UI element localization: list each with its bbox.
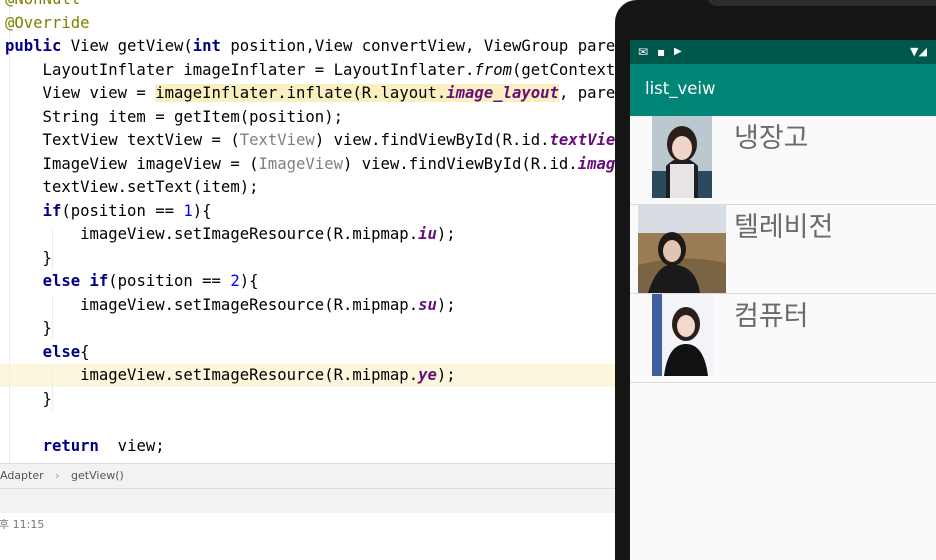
code-token: @NonNull	[5, 0, 80, 8]
code-token: imageView.setImageResource(R.mipmap.	[5, 366, 419, 384]
list-item[interactable]: 컴퓨터	[630, 294, 936, 383]
breadcrumb-separator-icon: ›	[55, 469, 60, 482]
code-token: ) view.findViewById(R.id.	[342, 154, 578, 173]
code-token: textView.setText(item);	[5, 178, 259, 196]
code-token: (position ==	[108, 272, 231, 290]
code-token: else	[42, 342, 81, 361]
code-line[interactable]: TextView textView = (TextView) view.find…	[5, 129, 618, 152]
code-token: ImageView	[258, 154, 343, 173]
breadcrumb-class[interactable]: Adapter	[0, 464, 44, 488]
portrait-su	[638, 205, 726, 293]
code-token: if	[42, 201, 62, 220]
code-token: imageView	[577, 154, 618, 173]
code-token: {	[80, 342, 90, 361]
code-line[interactable]: imageView.setImageResource(R.mipmap.iu);	[5, 223, 456, 246]
item-label: 냉장고	[734, 123, 809, 154]
code-line[interactable]: }	[5, 388, 52, 411]
code-editor[interactable]: @NonNull @Override public View getView(int…	[0, 0, 618, 463]
code-token: ImageView imageView = (	[5, 154, 259, 173]
portrait-ye	[652, 294, 714, 376]
code-token: iu	[418, 225, 437, 243]
code-token: public	[5, 37, 62, 55]
code-token: @Override	[5, 13, 90, 32]
code-token: view;	[98, 436, 165, 455]
code-token: 2	[230, 272, 240, 290]
code-line[interactable]: else{	[5, 341, 90, 364]
code-token: image_layout	[446, 84, 559, 102]
item-image	[638, 205, 726, 293]
code-line[interactable]: return view;	[5, 435, 165, 458]
code-line[interactable]: imageView.setImageResource(R.mipmap.ye);	[5, 364, 456, 387]
code-token: }	[5, 389, 52, 408]
code-line[interactable]: }	[5, 317, 52, 340]
code-token: position,View convertView, ViewGroup par…	[230, 37, 618, 55]
app-bar: list_veiw	[630, 64, 936, 116]
code-token: imageInflater.inflate(R.layout.	[155, 84, 447, 102]
code-line[interactable]: LayoutInflater imageInflater = LayoutInf…	[5, 59, 618, 82]
code-token: ) view.findViewById(R.id.	[314, 131, 550, 149]
emulator-speaker	[707, 0, 936, 6]
item-label: 텔레비전	[734, 212, 834, 243]
code-line[interactable]: String item = getItem(position);	[5, 106, 343, 129]
code-token: else if	[42, 272, 109, 290]
code-line[interactable]: View view = imageInflater.inflate(R.layo…	[5, 82, 618, 105]
code-line[interactable]: @Override	[5, 12, 90, 35]
breadcrumb: Adapter › getView()	[0, 463, 618, 488]
code-token: from	[474, 60, 512, 79]
code-token: String item = getItem(position);	[5, 107, 343, 126]
code-token: int	[192, 37, 221, 55]
item-image	[652, 294, 714, 376]
code-token: return	[42, 436, 99, 455]
code-token: (getContext());	[511, 60, 618, 79]
emulator-screen[interactable]: ✉ ▪ ▶ ▼◢ list_veiw 냉장고 텔레비전 컴퓨터	[630, 40, 936, 560]
list-item[interactable]: 텔레비전	[630, 205, 936, 294]
mail-icon: ✉	[638, 45, 649, 59]
code-token: );	[436, 225, 456, 243]
code-token: (position ==	[61, 201, 184, 220]
code-token: ye	[418, 366, 437, 384]
code-token: }	[5, 248, 52, 267]
portrait-iu	[652, 116, 712, 198]
code-token: , parent, false);	[558, 84, 618, 102]
code-line[interactable]: public View getView(int position,View co…	[5, 35, 618, 58]
code-line[interactable]: }	[5, 247, 52, 270]
code-token: ){	[192, 201, 212, 220]
code-token: }	[5, 319, 52, 337]
code-token: textView	[549, 131, 618, 149]
wifi-signal-icon: ▼◢	[910, 45, 927, 58]
play-icon: ▶	[674, 46, 682, 57]
code-token: imageView.setImageResource(R.mipmap.	[5, 225, 419, 243]
sd-card-icon: ▪	[657, 45, 666, 59]
code-token: imageView.setImageResource(R.mipmap.	[5, 295, 419, 314]
code-token: );	[436, 295, 456, 314]
code-token: View view =	[5, 84, 156, 102]
code-token: TextView textView = (	[5, 131, 240, 149]
code-line[interactable]: textView.setText(item);	[5, 176, 259, 199]
item-image	[652, 116, 712, 198]
status-bar: ✉ ▪ ▶ ▼◢	[630, 40, 936, 64]
code-line[interactable]: else if(position == 2){	[5, 270, 259, 293]
code-line[interactable]: ImageView imageView = (ImageView) view.f…	[5, 153, 618, 176]
item-label: 컴퓨터	[734, 301, 809, 332]
event-log: 후 11:15	[0, 513, 618, 560]
code-token: );	[436, 366, 456, 384]
breadcrumb-method[interactable]: getView()	[71, 464, 124, 488]
code-token: TextView	[239, 131, 315, 149]
app-title: list_veiw	[645, 79, 716, 98]
code-token: ){	[239, 272, 259, 290]
code-line[interactable]: @NonNull	[5, 0, 80, 11]
code-token: LayoutInflater imageInflater = LayoutInf…	[5, 60, 475, 79]
tool-window-strip	[0, 488, 618, 514]
code-line[interactable]: imageView.setImageResource(R.mipmap.su);	[5, 294, 456, 317]
code-token: su	[418, 295, 437, 314]
code-line[interactable]: if(position == 1){	[5, 200, 212, 223]
code-token: 1	[183, 201, 193, 220]
code-token: View getView(	[61, 37, 193, 55]
list-item[interactable]: 냉장고	[630, 116, 936, 205]
log-timestamp: 후 11:15	[0, 518, 45, 531]
